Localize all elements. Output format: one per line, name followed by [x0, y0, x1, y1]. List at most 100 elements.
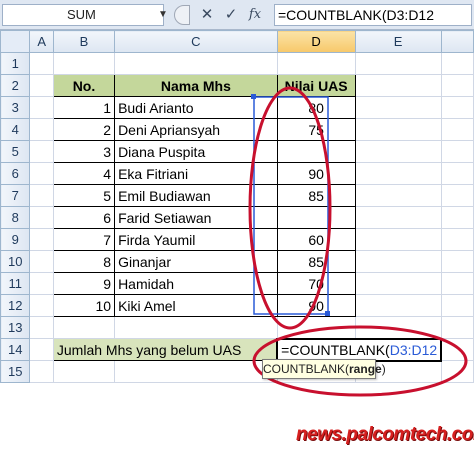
cell[interactable] [29, 206, 54, 229]
cell[interactable] [354, 184, 442, 207]
cell[interactable] [29, 272, 54, 295]
row-header-13[interactable]: 13 [0, 316, 31, 339]
cell[interactable] [440, 294, 474, 317]
cell[interactable] [276, 316, 356, 339]
cell[interactable] [354, 294, 442, 317]
cell[interactable] [354, 140, 442, 163]
formula-bar-grip[interactable] [174, 5, 190, 25]
cell[interactable] [29, 294, 54, 317]
cell[interactable] [52, 316, 116, 339]
cell[interactable] [440, 338, 474, 361]
row-header-14[interactable]: 14 [0, 338, 31, 361]
cell[interactable] [52, 52, 116, 75]
active-cell[interactable]: =COUNTBLANK(D3:D12 [276, 337, 443, 362]
row-header-2[interactable]: 2 [0, 74, 31, 97]
cell[interactable] [440, 184, 474, 207]
cell[interactable] [354, 228, 442, 251]
student-score[interactable] [276, 206, 356, 229]
row-header-10[interactable]: 10 [0, 250, 31, 273]
row-header-7[interactable]: 7 [0, 184, 31, 207]
student-name[interactable]: Farid Setiawan [114, 206, 278, 229]
cell[interactable] [52, 360, 116, 383]
cell[interactable] [440, 52, 474, 75]
cell[interactable] [440, 316, 474, 339]
student-name[interactable]: Kiki Amel [114, 294, 278, 317]
cell[interactable] [29, 52, 54, 75]
student-score[interactable]: 60 [276, 228, 356, 251]
row-header-5[interactable]: 5 [0, 140, 31, 163]
student-no[interactable]: 1 [52, 96, 116, 119]
cell[interactable] [440, 118, 474, 141]
cell[interactable] [354, 52, 442, 75]
student-no[interactable]: 6 [52, 206, 116, 229]
cell[interactable] [440, 250, 474, 273]
cell[interactable] [29, 162, 54, 185]
student-name[interactable]: Deni Apriansyah [114, 118, 278, 141]
cell[interactable] [440, 162, 474, 185]
row-header-15[interactable]: 15 [0, 360, 31, 383]
cell[interactable] [29, 338, 54, 361]
row-header-3[interactable]: 3 [0, 96, 31, 119]
insert-function-icon[interactable]: fx [244, 5, 266, 25]
name-box[interactable]: SUM [2, 4, 164, 26]
cell[interactable] [276, 52, 356, 75]
cell[interactable] [440, 74, 474, 97]
row-header-9[interactable]: 9 [0, 228, 31, 251]
student-name[interactable]: Firda Yaumil [114, 228, 278, 251]
student-name[interactable]: Emil Budiawan [114, 184, 278, 207]
cell[interactable] [440, 206, 474, 229]
row-header-6[interactable]: 6 [0, 162, 31, 185]
cell[interactable] [29, 250, 54, 273]
header-name[interactable]: Nama Mhs [114, 74, 278, 97]
student-no[interactable]: 5 [52, 184, 116, 207]
cell[interactable] [29, 184, 54, 207]
row-header-1[interactable]: 1 [0, 52, 31, 75]
student-no[interactable]: 9 [52, 272, 116, 295]
cell[interactable] [354, 96, 442, 119]
cell[interactable] [440, 96, 474, 119]
student-name[interactable]: Hamidah [114, 272, 278, 295]
cell[interactable] [354, 250, 442, 273]
cell[interactable] [440, 140, 474, 163]
row-header-11[interactable]: 11 [0, 272, 31, 295]
chevron-down-icon[interactable]: ▼ [156, 6, 170, 24]
cell[interactable] [440, 228, 474, 251]
tooltip-arg[interactable]: range [349, 362, 382, 376]
column-header-b[interactable]: B [52, 30, 116, 53]
summary-label[interactable]: Jumlah Mhs yang belum UAS [52, 338, 278, 361]
student-name[interactable]: Diana Puspita [114, 140, 278, 163]
student-score[interactable]: 75 [276, 118, 356, 141]
cancel-icon[interactable]: ✕ [196, 5, 218, 25]
cell[interactable] [29, 228, 54, 251]
cell[interactable] [440, 360, 474, 383]
student-score[interactable]: 85 [276, 184, 356, 207]
cell[interactable] [354, 118, 442, 141]
student-score[interactable]: 80 [276, 96, 356, 119]
cell[interactable] [114, 52, 278, 75]
row-header-12[interactable]: 12 [0, 294, 31, 317]
cell[interactable] [354, 74, 442, 97]
cell[interactable] [354, 162, 442, 185]
cell[interactable] [29, 140, 54, 163]
student-name[interactable]: Budi Arianto [114, 96, 278, 119]
student-no[interactable]: 2 [52, 118, 116, 141]
student-no[interactable]: 7 [52, 228, 116, 251]
cell[interactable] [29, 74, 54, 97]
cell[interactable] [29, 316, 54, 339]
cell[interactable] [354, 316, 442, 339]
row-header-8[interactable]: 8 [0, 206, 31, 229]
cell[interactable] [29, 118, 54, 141]
student-name[interactable]: Eka Fitriani [114, 162, 278, 185]
student-score[interactable]: 85 [276, 250, 356, 273]
cell[interactable] [354, 206, 442, 229]
student-score[interactable]: 70 [276, 272, 356, 295]
cell[interactable] [440, 272, 474, 295]
cell[interactable] [29, 360, 54, 383]
student-no[interactable]: 10 [52, 294, 116, 317]
cell[interactable] [29, 96, 54, 119]
column-header-a[interactable]: A [29, 30, 54, 53]
student-name[interactable]: Ginanjar [114, 250, 278, 273]
header-no[interactable]: No. [52, 74, 116, 97]
student-no[interactable]: 3 [52, 140, 116, 163]
header-score[interactable]: Nilai UAS [276, 74, 356, 97]
